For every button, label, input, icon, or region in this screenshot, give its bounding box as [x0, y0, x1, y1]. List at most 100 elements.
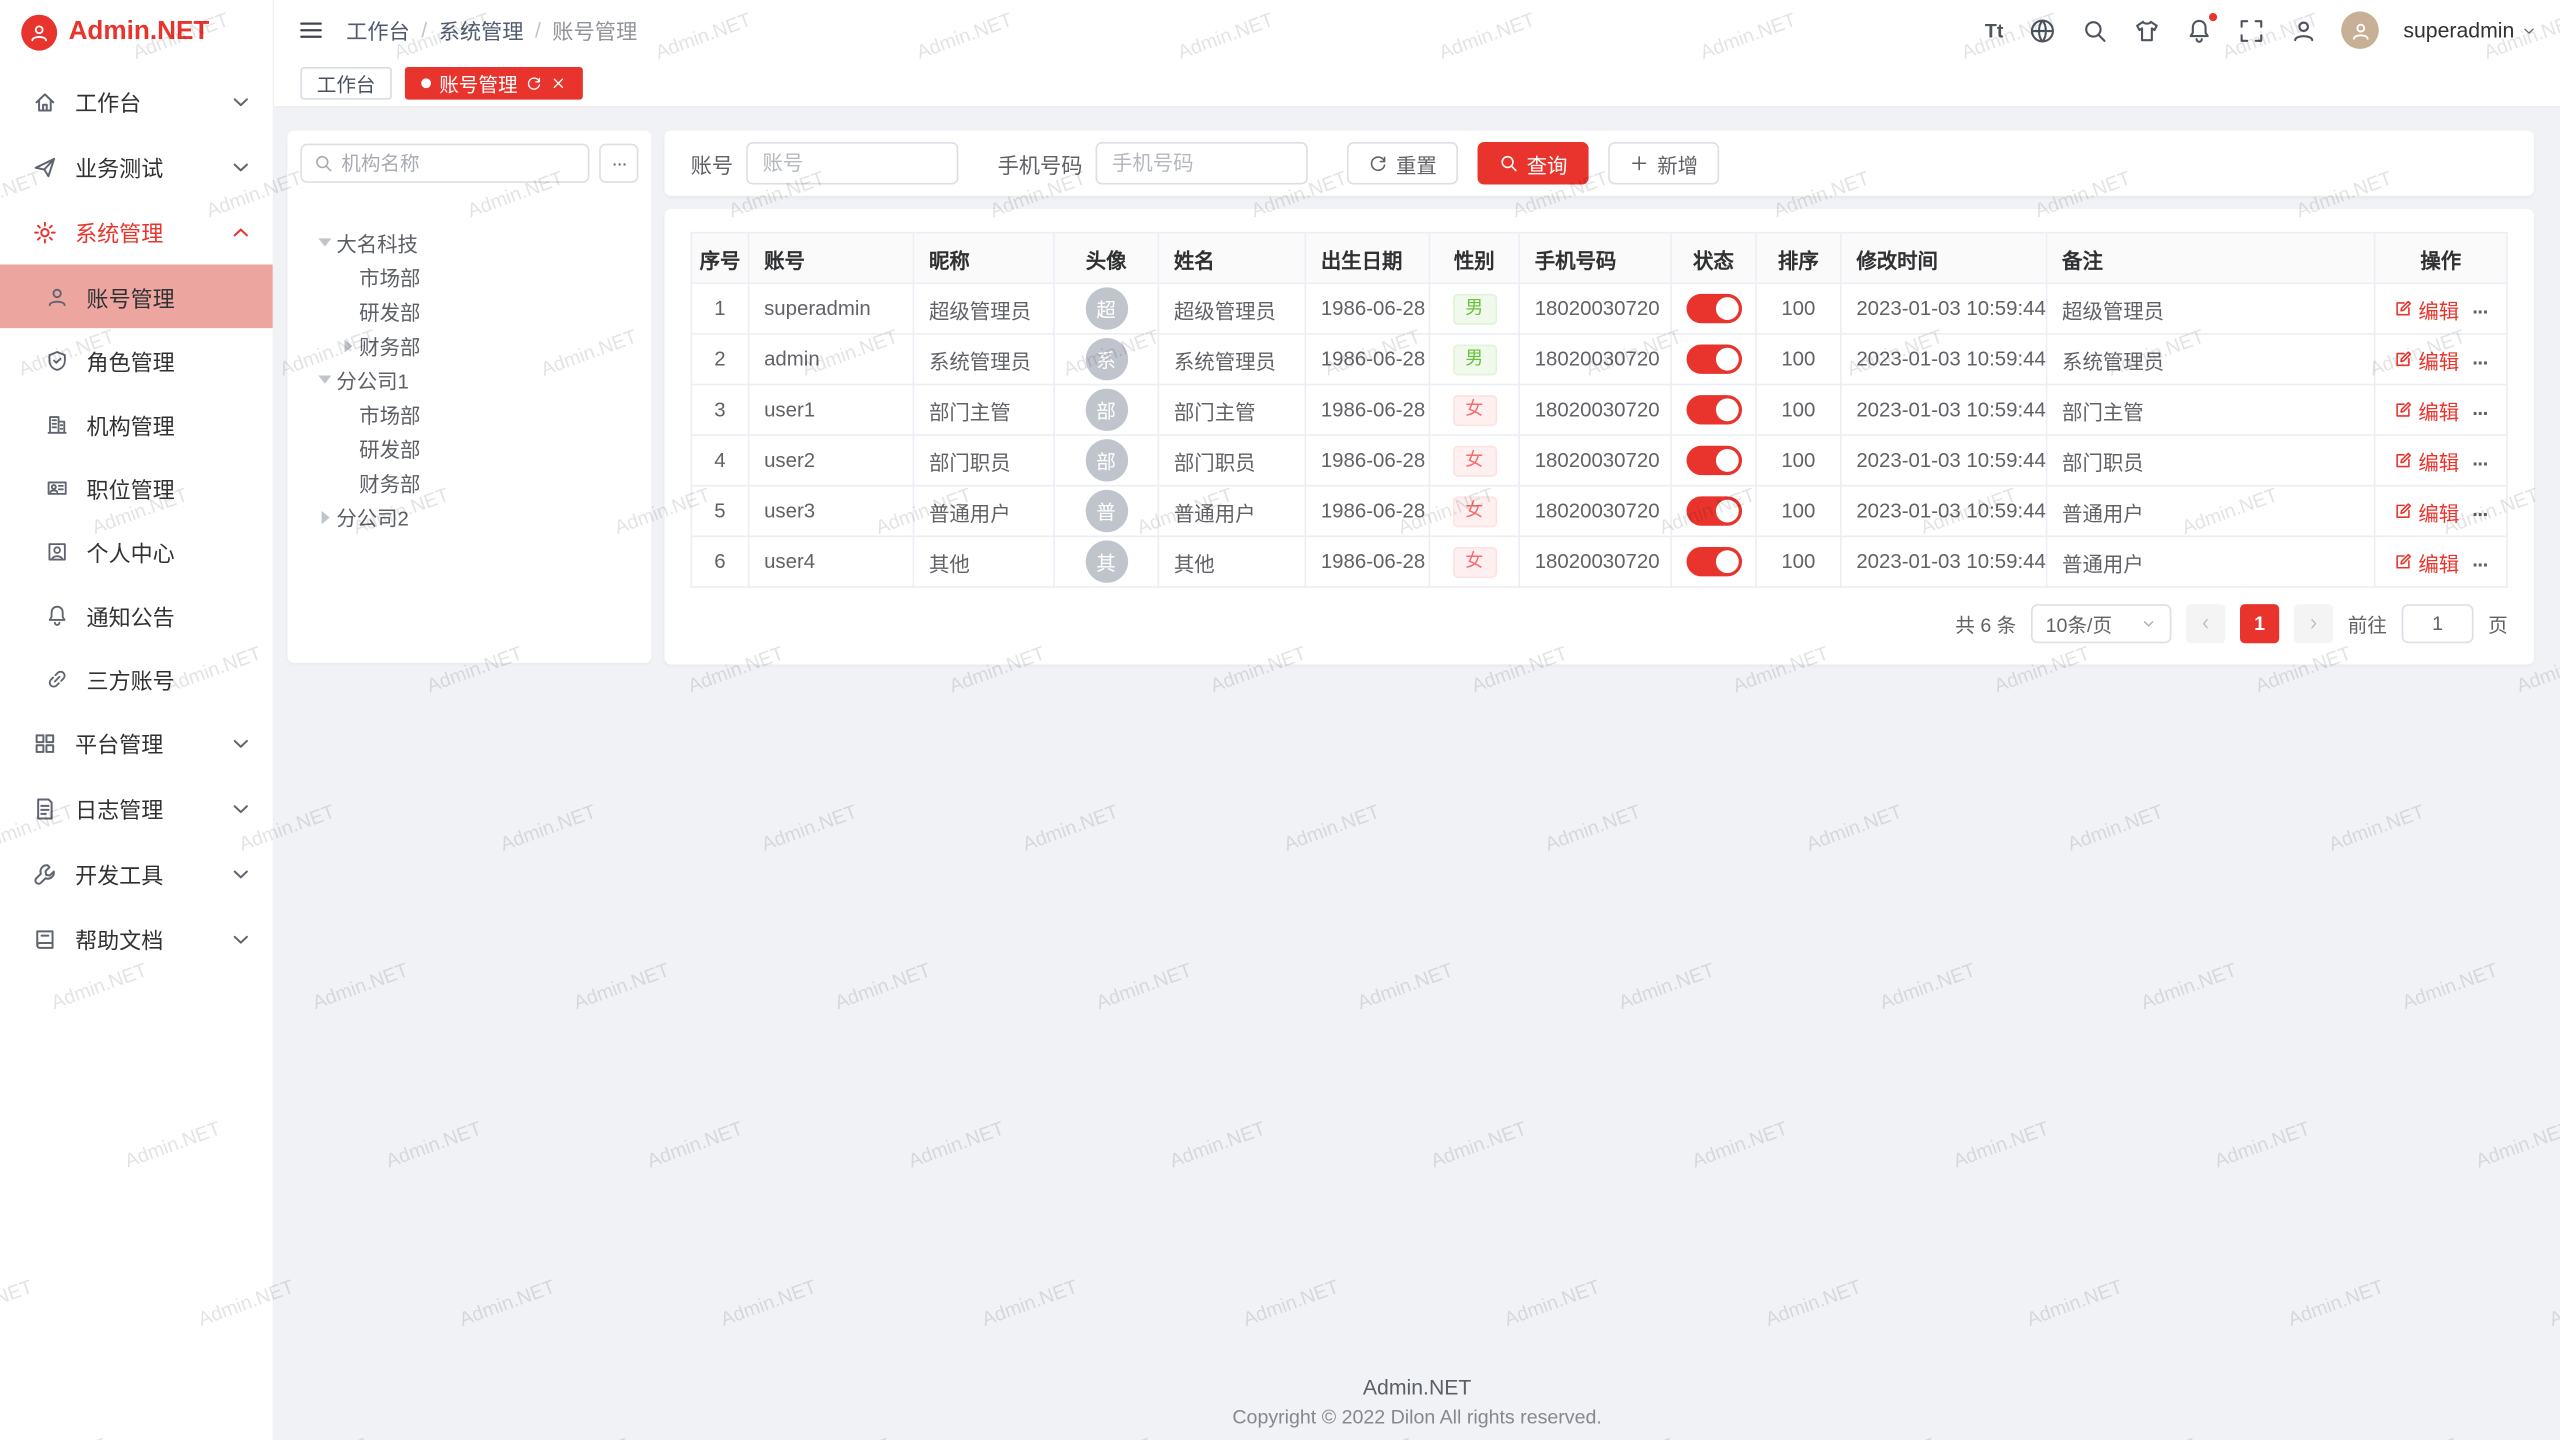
status-toggle[interactable] [1686, 496, 1742, 525]
tree-node-市场部[interactable]: 市场部 [300, 397, 638, 431]
tree-node-研发部[interactable]: 研发部 [300, 294, 638, 328]
row-avatar: 部 [1085, 389, 1127, 431]
sidebar-subitem-个人中心[interactable]: 个人中心 [0, 519, 273, 583]
status-toggle[interactable] [1686, 547, 1742, 576]
status-toggle[interactable] [1686, 395, 1742, 424]
tree-node-财务部[interactable]: 财务部 [300, 465, 638, 499]
gender-badge: 男 [1452, 293, 1496, 324]
edit-action[interactable]: 编辑 [2394, 344, 2459, 375]
hamburger-menu-button[interactable] [297, 16, 325, 44]
send-icon [33, 154, 57, 178]
toggle-knob [1715, 297, 1738, 320]
prev-page-button[interactable] [2186, 604, 2225, 643]
table-column-状态: 状态 [1671, 233, 1756, 284]
edit-action[interactable]: 编辑 [2394, 445, 2459, 476]
search-icon-button[interactable] [2080, 16, 2108, 44]
theme-icon-button[interactable] [2132, 16, 2160, 44]
sidebar-item-平台管理[interactable]: 平台管理 [0, 710, 273, 775]
reset-button[interactable]: 重置 [1347, 142, 1458, 184]
chevron-right-icon [2305, 616, 2321, 632]
goto-page-input[interactable] [2402, 604, 2474, 643]
chevron-down-icon [229, 927, 253, 951]
sidebar-item-业务测试[interactable]: 业务测试 [0, 134, 273, 199]
row-more-button[interactable]: ··· [2472, 351, 2488, 374]
row-more-button[interactable]: ··· [2472, 300, 2488, 323]
cell-gender: 男 [1429, 334, 1519, 385]
chevron-down-icon [2140, 616, 2156, 632]
tree-node-大名科技[interactable]: 大名科技 [300, 225, 638, 259]
cell-phone: 18020030720 [1519, 486, 1671, 537]
bell-icon-button[interactable] [2185, 16, 2213, 44]
user-icon-button[interactable] [2289, 16, 2317, 44]
page-size-select[interactable]: 10条/页 [2031, 604, 2171, 643]
globe-icon-button[interactable] [2028, 16, 2056, 44]
sidebar-subitem-机构管理[interactable]: 机构管理 [0, 392, 273, 456]
sidebar-item-工作台[interactable]: 工作台 [0, 69, 273, 134]
org-tree: 大名科技市场部研发部财务部分公司1市场部研发部财务部分公司2 [300, 225, 638, 534]
tree-node-财务部[interactable]: 财务部 [300, 328, 638, 362]
fontsize-icon-button[interactable]: Tt [1985, 16, 2003, 44]
row-more-button[interactable]: ··· [2472, 553, 2488, 576]
next-page-button[interactable] [2294, 604, 2333, 643]
tree-node-研发部[interactable]: 研发部 [300, 431, 638, 465]
tab-workbench[interactable]: 工作台 [300, 67, 391, 100]
tree-node-label: 分公司1 [336, 364, 409, 395]
cell-avatar: 部 [1054, 435, 1158, 486]
cell-modified: 2023-01-03 10:59:44 [1841, 283, 2047, 334]
tab-account-management[interactable]: 账号管理 [405, 67, 583, 100]
edit-action[interactable]: 编辑 [2394, 394, 2459, 425]
phone-filter-input[interactable] [1096, 142, 1308, 184]
tree-node-分公司1[interactable]: 分公司1 [300, 362, 638, 396]
status-toggle[interactable] [1686, 344, 1742, 373]
tree-node-市场部[interactable]: 市场部 [300, 260, 638, 294]
page-unit-label: 页 [2488, 610, 2508, 638]
edit-action[interactable]: 编辑 [2394, 293, 2459, 324]
sidebar-item-帮助文档[interactable]: 帮助文档 [0, 906, 273, 971]
sidebar-subitem-通知公告[interactable]: 通知公告 [0, 583, 273, 647]
tree-node-分公司2[interactable]: 分公司2 [300, 500, 638, 534]
cell-status [1671, 486, 1756, 537]
tree-node-label: 财务部 [359, 330, 420, 361]
org-more-button[interactable]: ··· [599, 144, 638, 183]
user-menu[interactable]: superadmin [2403, 18, 2537, 42]
status-toggle[interactable] [1686, 294, 1742, 323]
cell-avatar: 普 [1054, 486, 1158, 537]
sidebar-subitem-角色管理[interactable]: 角色管理 [0, 328, 273, 392]
table-row: 6user4其他其其他1986-06-28女180200307201002023… [691, 536, 2507, 587]
sidebar-subitem-账号管理[interactable]: 账号管理 [0, 264, 273, 328]
sidebar-subitem-三方账号[interactable]: 三方账号 [0, 647, 273, 711]
cell-modified: 2023-01-03 10:59:44 [1841, 536, 2047, 587]
sidebar-item-日志管理[interactable]: 日志管理 [0, 776, 273, 841]
tab-refresh-icon[interactable] [526, 75, 542, 91]
sidebar-item-开发工具[interactable]: 开发工具 [0, 841, 273, 906]
page-number-button[interactable]: 1 [2240, 604, 2279, 643]
caret-down-icon [318, 238, 331, 246]
sidebar-subitem-职位管理[interactable]: 职位管理 [0, 456, 273, 520]
add-button[interactable]: 新增 [1608, 142, 1719, 184]
row-more-button[interactable]: ··· [2472, 402, 2488, 425]
cell-modified: 2023-01-03 10:59:44 [1841, 486, 2047, 537]
cell-avatar: 其 [1054, 536, 1158, 587]
breadcrumb-item[interactable]: 工作台 [346, 15, 410, 46]
tab-close-icon[interactable] [550, 75, 566, 91]
breadcrumb-item[interactable]: 系统管理 [439, 15, 524, 46]
query-button-label: 查询 [1527, 148, 1568, 179]
row-more-button[interactable]: ··· [2472, 452, 2488, 475]
user-avatar[interactable] [2341, 11, 2379, 49]
cell-gender: 女 [1429, 435, 1519, 486]
status-toggle[interactable] [1686, 446, 1742, 475]
fullscreen-icon-button[interactable] [2237, 16, 2265, 44]
tree-node-label: 市场部 [359, 261, 420, 292]
account-filter-input[interactable] [746, 142, 958, 184]
sidebar-item-系统管理[interactable]: 系统管理 [0, 199, 273, 264]
grid-icon [33, 731, 57, 755]
sidebar-item-label: 开发工具 [75, 857, 211, 890]
org-search-input[interactable] [341, 152, 576, 175]
edit-action[interactable]: 编辑 [2394, 546, 2459, 577]
caret-right-icon [344, 339, 352, 352]
table-body: 1superadmin超级管理员超超级管理员1986-06-28男1802003… [691, 283, 2507, 587]
tree-node-label: 研发部 [359, 296, 420, 327]
query-button[interactable]: 查询 [1478, 142, 1589, 184]
edit-action[interactable]: 编辑 [2394, 496, 2459, 527]
row-more-button[interactable]: ··· [2472, 503, 2488, 526]
